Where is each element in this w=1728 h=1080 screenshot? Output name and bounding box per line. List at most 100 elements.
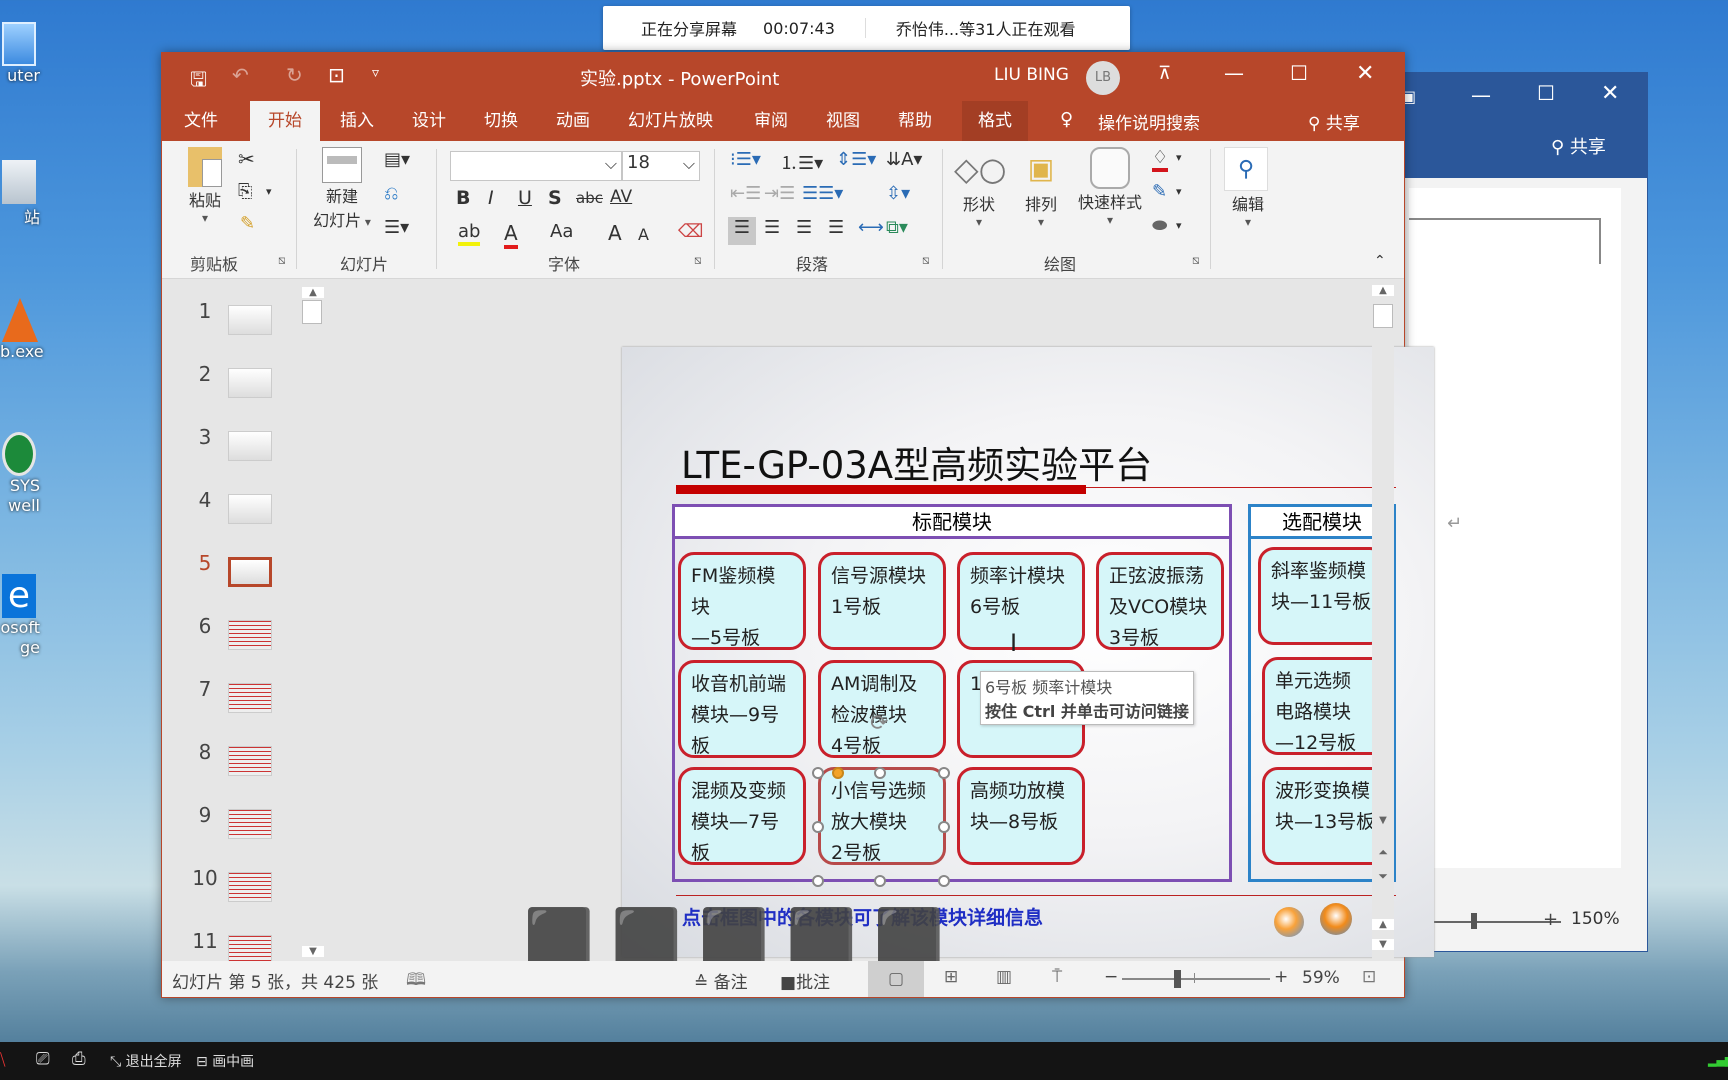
optional-module-box[interactable]: 斜率鉴频模 块—11号板	[1258, 547, 1386, 645]
scroll-down-arrow[interactable]: ▼	[1372, 939, 1394, 950]
collapse-ribbon-icon[interactable]: ⌃	[1374, 253, 1386, 269]
scroll-down-arrow[interactable]: ▼	[1372, 815, 1394, 826]
customize-quick-access-icon[interactable]: ▿	[372, 65, 379, 81]
redo-icon[interactable]: ↻	[286, 63, 303, 87]
undo-icon[interactable]: ↶	[232, 63, 249, 87]
scroll-thumb[interactable]	[302, 300, 322, 324]
slide-thumbnail[interactable]	[228, 431, 272, 461]
desktop-icon-computer[interactable]: uter	[0, 22, 40, 85]
quick-styles-button[interactable]: 快速样式 ▾	[1072, 147, 1148, 227]
columns-icon[interactable]: ☰☰▾	[802, 183, 843, 204]
tab-help[interactable]: 帮助	[882, 101, 948, 141]
tab-design[interactable]: 设计	[396, 101, 462, 141]
tab-file[interactable]: 文件	[168, 101, 234, 141]
tab-animations[interactable]: 动画	[540, 101, 606, 141]
increase-indent-icon[interactable]: ⇥☰	[764, 183, 795, 204]
new-slide-button[interactable]: 新建 幻灯片 ▾	[310, 147, 374, 231]
desktop-icon-edge[interactable]: e osoft ge	[0, 574, 40, 658]
resize-handle[interactable]	[812, 767, 824, 779]
tab-transitions[interactable]: 切换	[468, 101, 534, 141]
module-box[interactable]: AM调制及 检波模块 4号板	[818, 660, 946, 758]
smartart-icon[interactable]: ⧉▾	[886, 217, 908, 238]
align-center-button[interactable]: ☰	[764, 217, 780, 238]
reset-icon[interactable]: ⎌	[384, 183, 398, 204]
module-box[interactable]: 正弦波振荡 及VCO模块 3号板	[1096, 552, 1224, 650]
maximize-button[interactable]: ☐	[1537, 81, 1555, 105]
slide-thumbnail[interactable]	[228, 368, 272, 398]
slide-thumbnail[interactable]	[228, 557, 272, 587]
optional-module-box[interactable]: 波形变换模 块—13号板	[1262, 767, 1390, 865]
exit-fullscreen-button[interactable]: ⤡ 退出全屏	[110, 1051, 182, 1071]
share-button[interactable]: ⚲ 共享	[1308, 109, 1360, 134]
copy-icon[interactable]: ⎘	[238, 181, 252, 202]
bullets-icon[interactable]: ⁝☰▾	[730, 149, 761, 170]
reading-view-button[interactable]: ▥	[996, 967, 1012, 987]
shape-fill-dropdown[interactable]: ▾	[1176, 151, 1182, 164]
shape-effects-icon[interactable]: ⬬	[1152, 215, 1167, 236]
slide-thumbnail[interactable]	[228, 683, 272, 713]
decrease-indent-icon[interactable]: ⇤☰	[730, 183, 761, 204]
line-spacing-icon[interactable]: ⇕☰▾	[836, 149, 876, 170]
previous-slide-button[interactable]: ⏶	[1372, 845, 1394, 860]
slide-thumbnail[interactable]	[228, 872, 272, 902]
scroll-up-arrow[interactable]: ▲	[1372, 285, 1394, 296]
user-name[interactable]: LIU BING	[994, 65, 1069, 85]
align-left-button[interactable]: ☰	[728, 217, 756, 245]
slide-thumbnail[interactable]	[228, 620, 272, 650]
font-size-combobox[interactable]: 18 ⌵	[622, 151, 700, 181]
module-box[interactable]: 高频功放模 块—8号板	[957, 767, 1085, 865]
module-box[interactable]: 频率计模块 6号板	[957, 552, 1085, 650]
resize-handle[interactable]	[938, 767, 950, 779]
slide-thumbnail[interactable]	[228, 305, 272, 335]
shape-effects-dropdown[interactable]: ▾	[1176, 219, 1182, 232]
cut-icon[interactable]: ✂	[238, 147, 255, 171]
tab-home[interactable]: 开始	[250, 101, 320, 141]
slide-sorter-button[interactable]: ⊞	[944, 967, 958, 987]
zoom-out-button[interactable]: −	[1104, 967, 1118, 987]
zoom-level[interactable]: 59%	[1302, 968, 1340, 988]
tab-format[interactable]: 格式	[962, 101, 1028, 141]
scroll-up-arrow[interactable]: ▲	[1372, 919, 1394, 930]
dialog-launcher-icon[interactable]: ⧅	[1192, 253, 1200, 268]
camera-icon[interactable]: ⎙	[72, 1049, 86, 1069]
strikethrough-button[interactable]: abc	[576, 189, 603, 207]
character-spacing-button[interactable]: AV	[610, 187, 632, 207]
numbering-icon[interactable]: ⒈☰▾	[780, 149, 823, 175]
change-case-button[interactable]: Aa	[550, 221, 573, 242]
increase-font-size-button[interactable]: A	[608, 221, 622, 245]
zoom-slider-track[interactable]	[1122, 978, 1270, 980]
fit-to-window-button[interactable]: ⊡	[1362, 967, 1376, 987]
justify-button[interactable]: ☰	[828, 217, 844, 238]
tab-view[interactable]: 视图	[810, 101, 876, 141]
slide-thumbnail[interactable]	[228, 746, 272, 776]
module-box[interactable]: 收音机前端 模块—9号板	[678, 660, 806, 758]
distributed-icon[interactable]: ⟷	[858, 217, 884, 238]
word-zoom-plus[interactable]: +	[1543, 909, 1558, 930]
dialog-launcher-icon[interactable]: ⧅	[694, 253, 702, 268]
resize-handle[interactable]	[874, 767, 886, 779]
slide-thumbnail[interactable]	[228, 809, 272, 839]
resize-handle[interactable]	[812, 821, 824, 833]
notes-button[interactable]: ≙ 备注	[694, 968, 748, 993]
desktop-icon-recycle-bin[interactable]: 站	[0, 160, 40, 228]
align-text-icon[interactable]: ⇳▾	[886, 183, 910, 204]
close-button[interactable]: ✕	[1601, 81, 1619, 106]
scroll-up-arrow[interactable]: ▲	[302, 287, 324, 298]
resize-handle[interactable]	[938, 875, 950, 887]
ribbon-display-options-icon[interactable]: ⊼	[1158, 63, 1171, 84]
spell-check-icon[interactable]: 🕮	[406, 967, 426, 996]
comments-button[interactable]: ■批注	[780, 968, 830, 993]
tab-insert[interactable]: 插入	[324, 101, 390, 141]
tell-me-search[interactable]: 操作说明搜索	[1098, 109, 1200, 134]
optional-module-box[interactable]: 单元选频 电路模块 —12号板	[1262, 657, 1390, 755]
resize-handle[interactable]	[938, 821, 950, 833]
font-name-combobox[interactable]: ⌵	[450, 151, 622, 181]
module-box[interactable]: 信号源模块 1号板	[818, 552, 946, 650]
text-direction-icon[interactable]: ⇊A▾	[886, 149, 922, 170]
shadow-button[interactable]: S	[548, 187, 562, 209]
arrange-button[interactable]: ▣ 排列 ▾	[1016, 147, 1066, 229]
editing-button[interactable]: ⚲ 编辑 ▾	[1224, 147, 1272, 229]
slideshow-button[interactable]: ⍑	[1052, 967, 1062, 987]
zoom-in-button[interactable]: +	[1274, 967, 1288, 987]
dialog-launcher-icon[interactable]: ⧅	[278, 253, 286, 268]
